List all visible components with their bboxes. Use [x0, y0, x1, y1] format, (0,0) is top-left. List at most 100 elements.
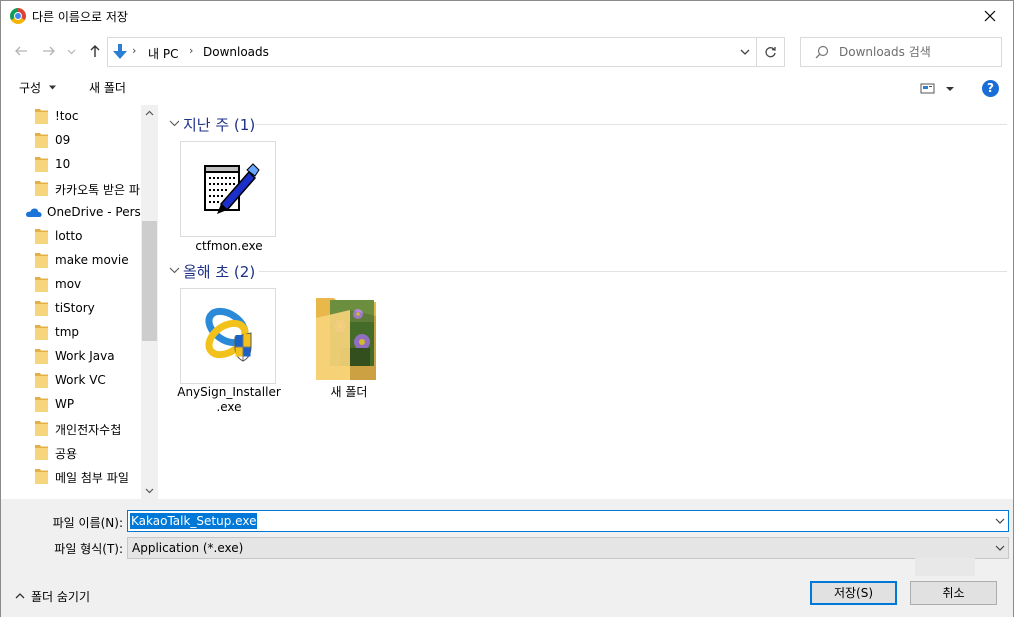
address-dropdown-icon[interactable] [738, 45, 752, 59]
chevron-down-icon[interactable] [995, 516, 1005, 526]
chevron-down-icon [48, 85, 56, 90]
sidebar-item-label: make movie [55, 253, 129, 267]
chevron-down-icon [67, 49, 75, 54]
search-box[interactable] [800, 37, 1002, 67]
file-type-label: 파일 형식(T): [54, 542, 123, 556]
tooltip-ghost [915, 558, 975, 576]
file-name: ctfmon.exe [195, 239, 263, 253]
navigation-scrollbar[interactable] [141, 105, 158, 499]
scroll-up-button[interactable] [141, 105, 158, 122]
folder-icon [35, 349, 48, 364]
group-header-last-week[interactable]: 지난 주 (1) [169, 114, 1007, 134]
sidebar-item[interactable]: WP [1, 393, 141, 417]
folder-icon [35, 109, 48, 124]
folder-icon [35, 445, 48, 460]
file-name-label: 파일 이름(N): [52, 516, 123, 530]
folder-icon [35, 325, 48, 340]
recent-locations-button[interactable] [65, 42, 77, 60]
save-options-pane: 파일 이름(N): KakaoTalk_Setup.exe 파일 형식(T): … [1, 499, 1013, 617]
sidebar-item[interactable]: 메일 첨부 파일 [1, 465, 141, 489]
help-button[interactable]: ? [982, 80, 999, 97]
chrome-icon [10, 8, 26, 24]
sidebar-item-label: 09 [55, 133, 71, 147]
anysign-installer-icon [205, 307, 252, 362]
sidebar-item[interactable]: tiStory [1, 297, 141, 321]
folder-icon [35, 229, 48, 244]
arrow-up-icon [90, 45, 100, 57]
save-button[interactable]: 저장(S) [810, 581, 897, 605]
sidebar-item[interactable]: !toc [1, 105, 141, 129]
folder-icon [35, 133, 48, 148]
help-icon: ? [987, 81, 994, 95]
sidebar-item-label: !toc [55, 109, 79, 123]
chevron-down-icon [169, 120, 180, 127]
forward-button[interactable] [40, 42, 58, 60]
sidebar-item-label: OneDrive - Person [47, 205, 141, 219]
folder-icon [35, 277, 48, 292]
chevron-down-icon [995, 545, 1005, 551]
chevron-up-icon [145, 110, 154, 116]
navigation-bar: › 내 PC › Downloads [1, 34, 1013, 70]
file-thumbnail [180, 288, 276, 384]
notepad-pen-icon [204, 163, 260, 214]
onedrive-cloud-icon [26, 208, 42, 217]
search-icon [815, 45, 829, 59]
change-view-button[interactable] [919, 81, 959, 97]
view-icon [920, 83, 954, 94]
sidebar-item[interactable]: Work Java [1, 345, 141, 369]
folder-thumbnail [300, 288, 396, 384]
sidebar-item-label: Work VC [55, 373, 106, 387]
sidebar-item[interactable]: 10 [1, 153, 141, 177]
sidebar-item[interactable]: tmp [1, 321, 141, 345]
sidebar-item[interactable]: 개인전자수첩 [1, 417, 141, 441]
sidebar-item-label: 카카오톡 받은 파 [55, 183, 140, 197]
file-name-combobox[interactable]: KakaoTalk_Setup.exe [127, 510, 1009, 532]
address-bar[interactable]: › 내 PC › Downloads [107, 37, 785, 67]
scroll-thumb[interactable] [142, 221, 157, 341]
sidebar-item[interactable]: 09 [1, 129, 141, 153]
file-type-select[interactable]: Application (*.exe) [127, 537, 1009, 559]
folder-icon [35, 373, 48, 388]
search-input[interactable] [839, 44, 994, 60]
sidebar-item-label: WP [55, 397, 75, 411]
sidebar-item[interactable]: 카카오톡 받은 파 [1, 177, 141, 201]
cancel-button[interactable]: 취소 [910, 581, 997, 605]
scroll-down-button[interactable] [141, 482, 158, 499]
refresh-icon [765, 46, 776, 57]
folder-icon [35, 301, 48, 316]
folder-icon [35, 253, 48, 268]
up-button[interactable] [86, 42, 104, 60]
folder-icon [35, 469, 48, 484]
file-type-value: Application (*.exe) [132, 541, 244, 555]
breadcrumb-downloads[interactable]: Downloads [203, 45, 269, 59]
breadcrumb-this-pc[interactable]: 내 PC [148, 45, 178, 62]
file-name-input[interactable]: KakaoTalk_Setup.exe [130, 513, 258, 529]
refresh-button[interactable] [756, 38, 784, 66]
sidebar-item[interactable]: 공용 [1, 441, 141, 465]
sidebar-item-label: lotto [55, 229, 83, 243]
file-list: 지난 주 (1) ctfmon.exe 올해 초 (2) AnySign_Ins… [159, 105, 1013, 499]
folder-icon [35, 421, 48, 436]
chevron-down-icon [169, 267, 180, 274]
file-thumbnail [180, 141, 276, 237]
sidebar-item[interactable]: Work VC [1, 369, 141, 393]
sidebar-item[interactable]: make movie [1, 249, 141, 273]
sidebar-item-label: 10 [55, 157, 71, 171]
close-icon [984, 10, 996, 22]
sidebar-item-label: tiStory [55, 301, 95, 315]
chevron-down-icon [145, 488, 154, 494]
organize-button[interactable]: 구성 [19, 79, 57, 96]
back-button[interactable] [12, 42, 30, 60]
sidebar-item-onedrive[interactable]: OneDrive - Person [1, 201, 141, 225]
file-name-line2: .exe [216, 400, 242, 414]
new-folder-button[interactable]: 새 폴더 [89, 79, 126, 96]
close-button[interactable] [967, 1, 1013, 31]
group-header-early-this-year[interactable]: 올해 초 (2) [169, 261, 1007, 281]
breadcrumb-separator-icon: › [189, 44, 194, 57]
downloads-icon [113, 44, 127, 59]
file-name: AnySign_Installer .exe [174, 385, 284, 415]
folder-icon [35, 397, 48, 412]
command-bar: 구성 새 폴더 ? [1, 73, 1013, 104]
sidebar-item[interactable]: mov [1, 273, 141, 297]
sidebar-item[interactable]: lotto [1, 225, 141, 249]
